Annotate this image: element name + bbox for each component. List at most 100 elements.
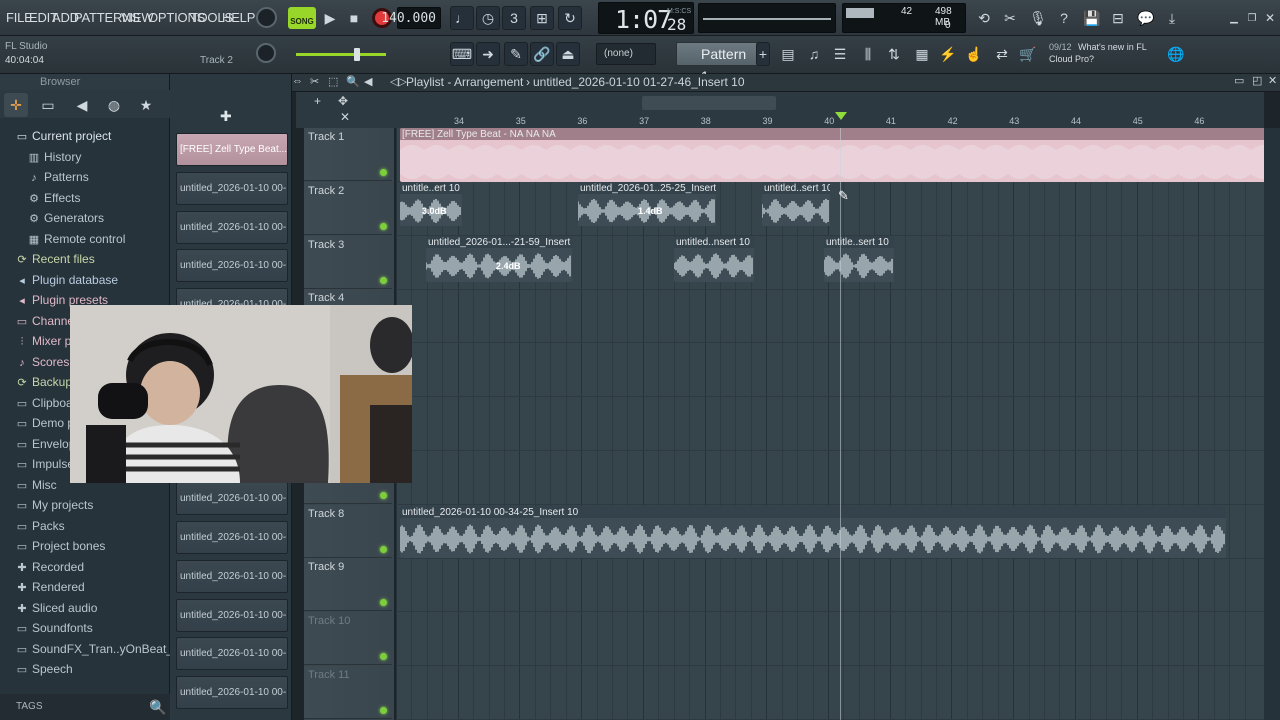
timeline-ruler[interactable]: 34 35 36 37 38 39 40 41 42 43 44 45 46	[396, 113, 1264, 129]
playback-tool-icon[interactable]: ◀	[364, 75, 372, 88]
audio-clip[interactable]: untitled..nsert 10	[674, 236, 754, 282]
browser-item[interactable]: ▭ SoundFX_Tran..yOnBeat_com	[0, 639, 170, 659]
clip-picker-item[interactable]: untitled_2026-01-10 00-...	[176, 521, 288, 554]
browser-item[interactable]: ◂ Plugin database	[0, 270, 170, 290]
clip-picker-item[interactable]: [FREE] Zell Type Beat...	[176, 133, 288, 166]
link-icon[interactable]: 🔗	[530, 42, 554, 66]
notes-icon[interactable]: ▦	[910, 42, 934, 66]
vertical-scrollbar[interactable]	[1264, 128, 1280, 720]
mixer-icon[interactable]: ⫼	[856, 42, 880, 66]
template-icon[interactable]: ⊟	[1106, 6, 1130, 30]
browser-item[interactable]: ⚙ Generators	[0, 208, 170, 228]
track-lane[interactable]	[396, 343, 1264, 398]
browser-speaker-icon[interactable]: ◀	[70, 93, 94, 117]
mute-all-icon[interactable]: ✕	[340, 110, 350, 124]
zoom-tool-icon[interactable]: 🔍	[346, 75, 360, 88]
browser-globe-icon[interactable]: ◍	[102, 93, 126, 117]
horizontal-scroll-thumb[interactable]	[642, 96, 776, 110]
track-lane[interactable]	[396, 397, 1264, 451]
track-header[interactable]: Track 8	[304, 504, 392, 558]
playlist-grid[interactable]: [FREE] Zell Type Beat - NA NA NA untitle.…	[396, 128, 1264, 720]
browser-star-icon[interactable]: ★	[134, 93, 158, 117]
track-mute-led[interactable]	[380, 276, 387, 284]
play-icon[interactable]: ▶	[318, 6, 342, 30]
audio-clip[interactable]: untitle..sert 10	[824, 236, 894, 282]
track-mute-led[interactable]	[380, 653, 387, 661]
metronome-icon[interactable]: ♩	[450, 6, 474, 30]
loop-record-icon[interactable]: ↻	[558, 6, 582, 30]
song-mode-toggle[interactable]: SONG	[288, 7, 316, 29]
clip-picker-item[interactable]: untitled_2026-01-10 00-...	[176, 676, 288, 710]
countdown-icon[interactable]: 3	[502, 6, 526, 30]
track-header[interactable]: Track 10	[304, 612, 392, 666]
browser-item[interactable]: ✚ Recorded	[0, 557, 170, 577]
playlist-maximize-icon[interactable]: ◰	[1252, 74, 1262, 87]
browser-item[interactable]: ▭ Project bones	[0, 536, 170, 556]
track-lane[interactable]	[396, 558, 1264, 613]
browser-item[interactable]: ♪ Patterns	[0, 167, 170, 187]
browser-item[interactable]: ⚙ Effects	[0, 188, 170, 208]
overview-strip[interactable]	[396, 92, 1264, 113]
playlist-minimize-icon[interactable]: ▭	[1234, 74, 1244, 87]
track-header[interactable]: Track 9	[304, 558, 392, 612]
plugin-picker-icon[interactable]: ⚡	[936, 42, 960, 66]
browser-item[interactable]: ▭ Speech	[0, 659, 170, 679]
playlist-icon[interactable]: ▤	[776, 42, 800, 66]
keyboard-icon[interactable]: ⌨	[450, 42, 474, 66]
track-mute-led[interactable]	[380, 707, 387, 714]
track-header[interactable]: Track 1	[304, 128, 392, 181]
track-header[interactable]: Track 3	[304, 235, 392, 289]
channel-rack-icon[interactable]: ☰	[828, 42, 852, 66]
browser-item[interactable]: ▦ Remote control	[0, 229, 170, 249]
track-mute-led[interactable]	[380, 222, 387, 230]
clip-picker-item[interactable]: untitled_2026-01-10 00-...	[176, 598, 288, 632]
slip-tool-icon[interactable]: ⇔	[292, 75, 303, 87]
select-tool-icon[interactable]: ⬚	[328, 75, 338, 88]
browser-item[interactable]: ⟳ Recent files	[0, 249, 170, 269]
track-lane[interactable]	[396, 666, 1264, 720]
master-pitch-knob[interactable]	[256, 43, 276, 63]
track-header[interactable]: Track 11	[304, 666, 392, 719]
audio-clip[interactable]: untitle..ert 10 3.0dB	[400, 182, 462, 226]
arrows-icon[interactable]: ✥	[338, 94, 348, 108]
tempo-display[interactable]: 140.000	[381, 7, 441, 29]
view-arrows-icon[interactable]: ◁▷	[390, 75, 407, 88]
pattern-name[interactable]: Pattern 1	[676, 42, 758, 84]
track-mute-led[interactable]	[380, 169, 387, 176]
download-icon[interactable]: ⤓	[1160, 6, 1184, 30]
save-icon[interactable]: 💾	[1080, 6, 1104, 30]
track-lane[interactable]	[396, 451, 1264, 505]
pattern-selector[interactable]: (none)	[596, 43, 656, 65]
audio-clip[interactable]: untitled..sert 10	[762, 182, 830, 226]
track-mute-led[interactable]	[380, 545, 387, 553]
master-volume-slider[interactable]	[296, 48, 386, 61]
clip-picker-item[interactable]: untitled_2026-01-10 00-...	[176, 210, 288, 244]
cut-icon[interactable]: ✂	[998, 6, 1022, 30]
track-lane[interactable]	[396, 289, 1264, 344]
globe-icon[interactable]: 🌐	[1164, 42, 1188, 66]
microphone-icon[interactable]: 🎙	[1026, 6, 1050, 30]
track-mute-led[interactable]	[380, 599, 387, 607]
track-mute-led[interactable]	[380, 491, 387, 499]
browser-all-icon[interactable]: ✛	[4, 93, 28, 117]
search-icon[interactable]: 🔍	[146, 695, 170, 719]
playlist-close-icon[interactable]: ✕	[1268, 74, 1277, 87]
clip-picker-item[interactable]: untitled_2026-01-10 00-...	[176, 559, 288, 593]
news-subtitle[interactable]: Cloud Pro?	[1049, 54, 1094, 64]
add-pattern-icon[interactable]: +	[756, 42, 770, 66]
help-icon[interactable]: ?	[1052, 6, 1076, 30]
piano-roll-icon[interactable]: ♫	[802, 42, 826, 66]
track-lane[interactable]	[396, 612, 1264, 667]
track-header[interactable]: Track 2	[304, 181, 392, 235]
playhead-marker-icon[interactable]	[835, 112, 847, 120]
track-lane[interactable]	[396, 182, 1264, 236]
browser-item[interactable]: ▭ Soundfonts	[0, 618, 170, 638]
audio-clip[interactable]: untitled_2026-01-10 00-34-25_Insert 10	[400, 506, 1226, 558]
render-icon[interactable]: ⇄	[990, 42, 1014, 66]
chat-icon[interactable]: 💬	[1134, 6, 1158, 30]
stop-icon[interactable]: ■	[342, 6, 366, 30]
clip-picker-item[interactable]: untitled_2026-01-10 00-...	[176, 637, 288, 671]
arrow-right-icon[interactable]: ➜	[476, 42, 500, 66]
step-edit-icon[interactable]: ⊞	[530, 6, 554, 30]
browser-icon[interactable]: ⇅	[882, 42, 906, 66]
